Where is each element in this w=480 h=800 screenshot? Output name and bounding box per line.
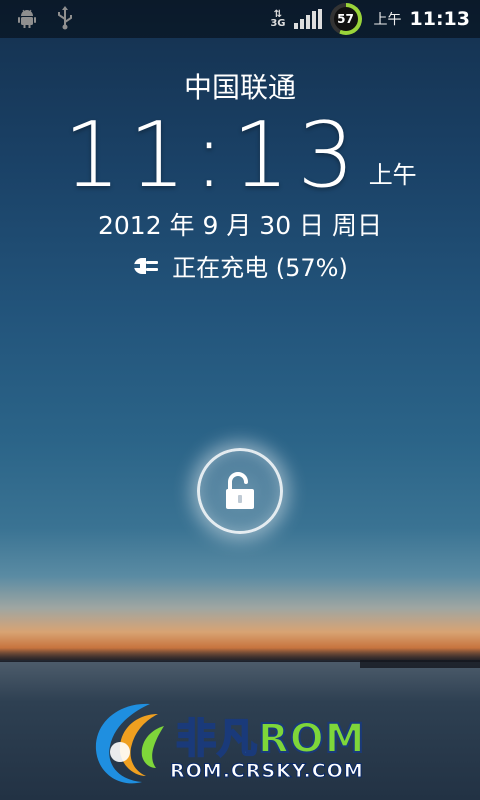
charging-status: 正在充电 (57%)	[0, 248, 480, 283]
unlocked-padlock-icon	[226, 472, 254, 509]
clock-time: 11:13	[63, 103, 363, 208]
usb-icon	[56, 5, 74, 33]
watermark-swirl-logo	[95, 703, 164, 784]
wallpaper-shoreline-right	[360, 660, 480, 668]
watermark-title-rom: ROM	[257, 715, 366, 763]
signal-strength-icon	[293, 9, 322, 29]
carrier-name: 中国联通	[183, 71, 296, 104]
charging-text: 正在充电 (57%)	[172, 254, 348, 282]
lockscreen-date: 2012 年 9 月 30 日 周日	[97, 211, 383, 240]
charging-plug-icon	[134, 257, 159, 274]
watermark-title-cn: 非凡	[175, 715, 258, 763]
lockscreen-clock: 11:13 上午	[0, 108, 480, 204]
battery-icon: 57	[329, 3, 362, 35]
android-debug-icon	[16, 7, 38, 32]
clock-ampm: 上午	[368, 161, 417, 189]
watermark: 非凡ROM ROM.CRSKY.COM	[80, 696, 410, 792]
watermark-title: 非凡ROM	[175, 706, 366, 764]
battery-percent: 57	[333, 7, 358, 31]
status-time: 11:13	[409, 8, 470, 30]
network-type-label: 3G	[270, 18, 286, 29]
unlock-handle[interactable]	[197, 448, 283, 534]
watermark-url: ROM.CRSKY.COM	[170, 760, 364, 783]
network-type-indicator: ⇅ 3G	[270, 10, 286, 29]
status-bar[interactable]: ⇅ 3G 57 上午 11:13	[0, 0, 480, 38]
status-ampm: 上午	[373, 12, 402, 28]
